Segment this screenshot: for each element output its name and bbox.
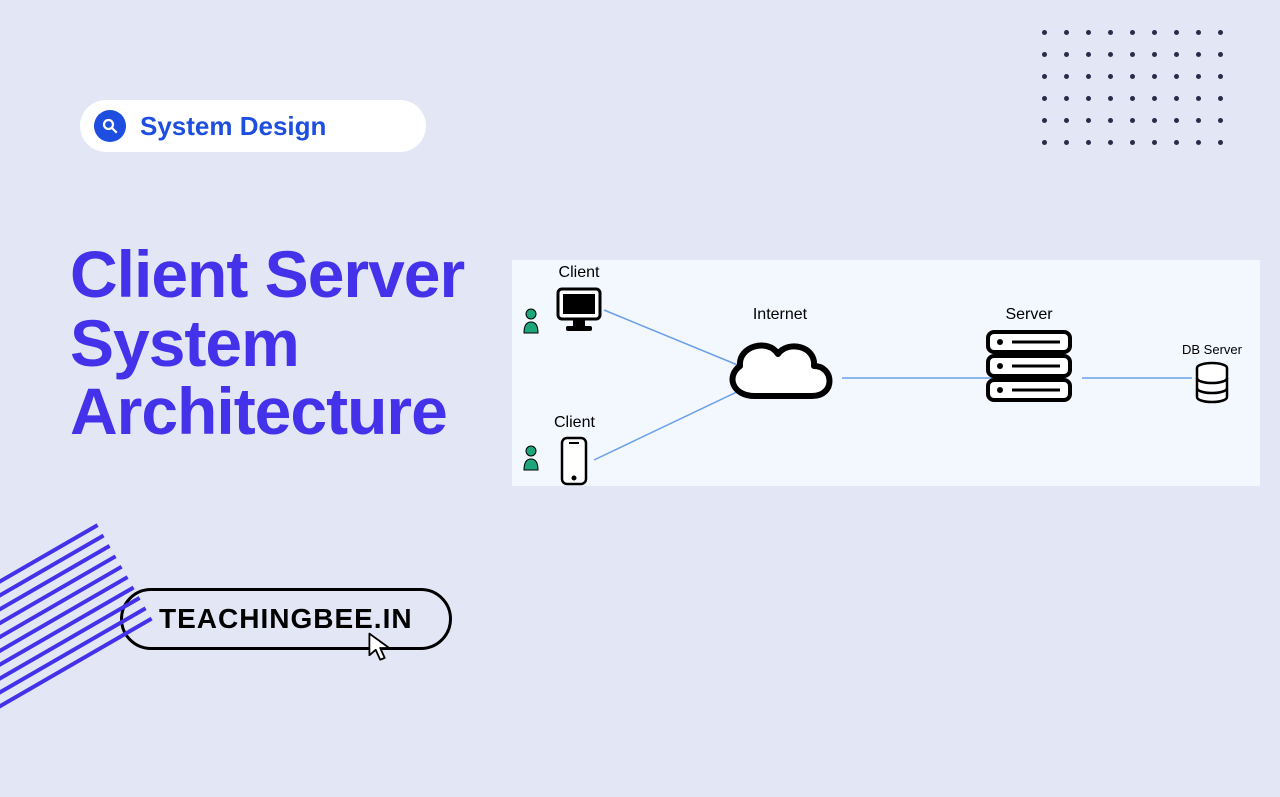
connection-lines [512, 260, 1260, 486]
cursor-icon [364, 630, 400, 671]
internet-node: Internet [720, 306, 840, 408]
server-label: Server [1005, 306, 1052, 324]
page-title: Client Server System Architecture [70, 240, 464, 446]
user-icon [522, 308, 540, 334]
phone-icon [559, 436, 589, 486]
client-phone-node: Client [554, 414, 595, 486]
internet-label: Internet [753, 306, 807, 324]
client-label: Client [559, 264, 600, 282]
stripes-decoration [0, 523, 197, 796]
server-node: Server [982, 306, 1076, 408]
client-label: Client [554, 414, 595, 432]
client-desktop-node: Client [554, 264, 604, 334]
server-icon [982, 328, 1076, 408]
category-badge: System Design [80, 100, 426, 152]
search-icon [94, 110, 126, 142]
architecture-diagram: Client Client Internet Server [512, 260, 1260, 486]
category-label: System Design [140, 111, 326, 142]
user-icon [522, 445, 540, 471]
database-icon [1193, 361, 1231, 405]
dot-grid-decoration [1042, 30, 1240, 162]
db-server-node: DB Server [1182, 342, 1242, 405]
db-label: DB Server [1182, 342, 1242, 357]
site-badge: TEACHINGBEE.IN [120, 588, 452, 650]
desktop-icon [554, 286, 604, 334]
cloud-icon [720, 328, 840, 408]
